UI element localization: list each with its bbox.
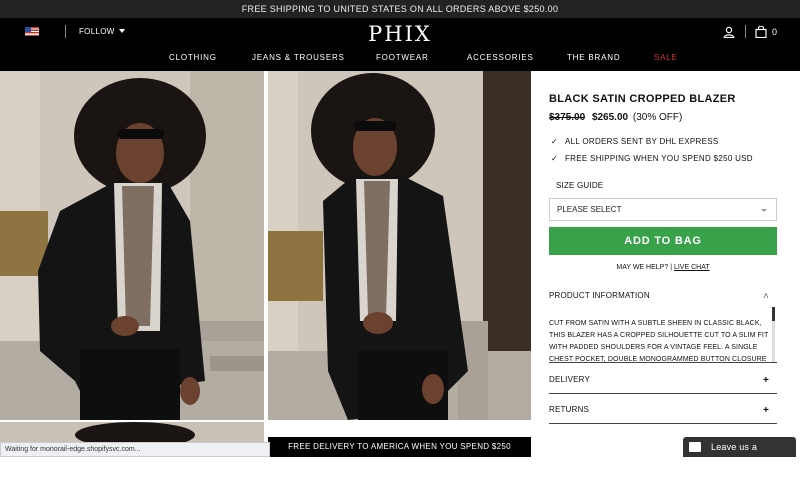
add-to-bag-button[interactable]: ADD TO BAG bbox=[549, 227, 777, 255]
check-icon: ✓ bbox=[551, 137, 559, 146]
returns-toggle[interactable]: RETURNS + bbox=[549, 405, 777, 416]
user-icon[interactable] bbox=[723, 26, 735, 38]
plus-icon: + bbox=[762, 375, 769, 386]
check-icon: ✓ bbox=[551, 154, 559, 163]
product-panel: BLACK SATIN CROPPED BLAZER $375.00 $265.… bbox=[531, 71, 800, 457]
description-scrollbar[interactable] bbox=[772, 307, 775, 362]
product-information-text: CUT FROM SATIN WITH A SUBTLE SHEEN IN CL… bbox=[549, 320, 769, 362]
product-image-2[interactable] bbox=[268, 71, 531, 420]
cart-count[interactable]: 0 bbox=[772, 27, 777, 37]
accordion-label: RETURNS bbox=[549, 405, 590, 414]
product-price: $375.00 $265.00 (30% OFF) bbox=[549, 112, 682, 123]
accordion-label: PRODUCT INFORMATION bbox=[549, 291, 650, 300]
product-title: BLACK SATIN CROPPED BLAZER bbox=[549, 93, 736, 105]
leave-message-label: Leave us a Message bbox=[711, 442, 758, 472]
scrollbar-thumb[interactable] bbox=[772, 307, 775, 321]
nav-item-clothing[interactable]: CLOTHING bbox=[169, 53, 217, 62]
shopping-bag-icon[interactable] bbox=[755, 26, 767, 38]
divider bbox=[549, 393, 777, 394]
help-separator: | bbox=[670, 264, 673, 271]
site-logo[interactable]: PHIX bbox=[0, 22, 800, 46]
divider bbox=[549, 423, 777, 424]
browser-status-bar: Waiting for monorail-edge.shopifysvc.com… bbox=[0, 442, 270, 457]
leave-message-widget[interactable]: Leave us a Message bbox=[683, 437, 796, 472]
perk-text: ALL ORDERS SENT BY DHL EXPRESS bbox=[565, 137, 719, 146]
product-image-1[interactable] bbox=[0, 71, 264, 420]
size-select-value: PLEASE SELECT bbox=[557, 205, 622, 214]
announcement-bar: FREE SHIPPING TO UNITED STATES ON ALL OR… bbox=[0, 0, 800, 18]
chevron-up-icon: ˄ bbox=[762, 291, 769, 302]
size-guide-link[interactable]: SIZE GUIDE bbox=[556, 181, 603, 190]
nav-item-jeans-trousers[interactable]: JEANS & TROUSERS bbox=[252, 53, 345, 62]
envelope-icon bbox=[689, 442, 701, 452]
delivery-banner: FREE DELIVERY TO AMERICA WHEN YOU SPEND … bbox=[268, 437, 531, 457]
original-price: $375.00 bbox=[549, 112, 586, 123]
main-nav: CLOTHING JEANS & TROUSERS FOOTWEAR ACCES… bbox=[0, 53, 800, 67]
nav-item-footwear[interactable]: FOOTWEAR bbox=[376, 53, 429, 62]
delivery-toggle[interactable]: DELIVERY + bbox=[549, 375, 777, 386]
perk-item: ✓ FREE SHIPPING WHEN YOU SPEND $250 USD bbox=[551, 154, 753, 163]
perk-text: FREE SHIPPING WHEN YOU SPEND $250 USD bbox=[565, 154, 753, 163]
size-select[interactable]: PLEASE SELECT bbox=[549, 198, 777, 221]
nav-item-accessories[interactable]: ACCESSORIES bbox=[467, 53, 534, 62]
sale-price: $265.00 bbox=[591, 112, 629, 123]
perk-item: ✓ ALL ORDERS SENT BY DHL EXPRESS bbox=[551, 137, 719, 146]
divider bbox=[745, 25, 746, 38]
nav-item-the-brand[interactable]: THE BRAND bbox=[567, 53, 620, 62]
nav-item-sale[interactable]: SALE bbox=[654, 53, 678, 62]
site-header: FOLLOW PHIX 0 CLOTHING JEANS & TROUSERS … bbox=[0, 18, 800, 71]
accordion-label: DELIVERY bbox=[549, 375, 591, 384]
discount-label: (30% OFF) bbox=[632, 112, 683, 123]
plus-icon: + bbox=[762, 405, 769, 416]
chevron-down-icon bbox=[761, 209, 767, 212]
help-line: MAY WE HELP? | LIVE CHAT bbox=[531, 264, 795, 271]
help-label: MAY WE HELP? bbox=[616, 264, 669, 271]
product-information-toggle[interactable]: PRODUCT INFORMATION ˄ bbox=[549, 291, 777, 302]
live-chat-link[interactable]: LIVE CHAT bbox=[674, 264, 710, 271]
divider bbox=[549, 362, 777, 363]
